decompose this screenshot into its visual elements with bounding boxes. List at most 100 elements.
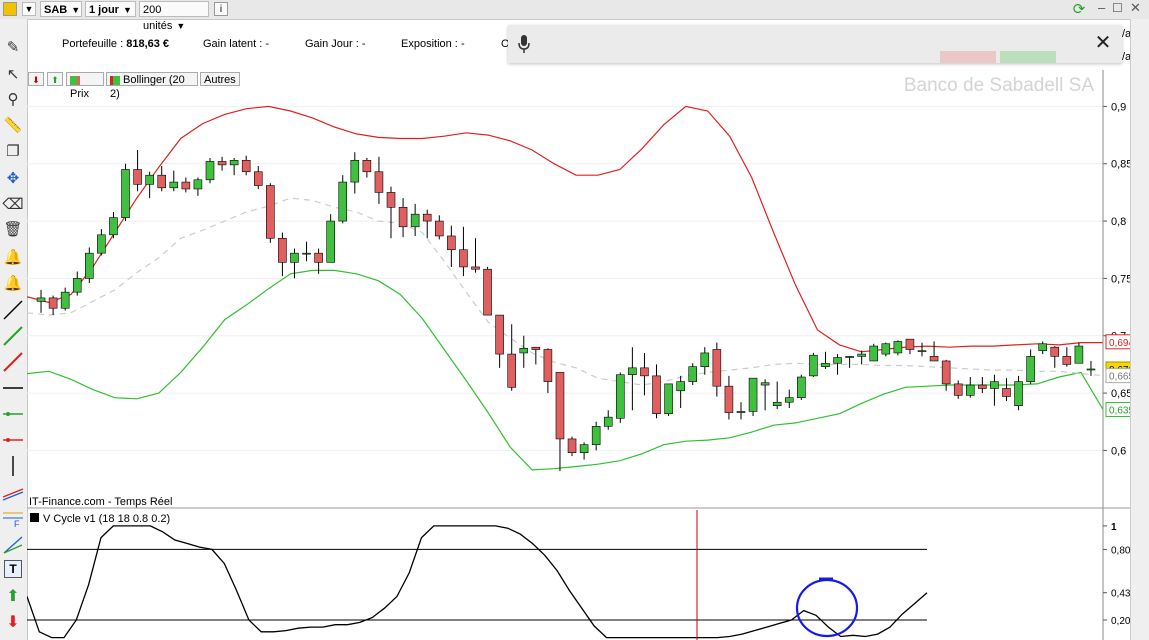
arrow-down-icon[interactable]: ⬇	[4, 612, 22, 631]
period-label: 1 jour	[89, 4, 119, 16]
indicator-tick-label: 0,4321	[1111, 589, 1130, 600]
candle-up	[603, 416, 613, 427]
indicator-axis: 1 0,8000 0,4321 0,2000	[1103, 522, 1130, 627]
drawing-toolbar: ✎ ↖ ⚲ 📏 ❐ ✥ ⌫ 🗑 🔔 🔔 F T ⬆ ⬇	[0, 19, 28, 640]
v-cycle-indicator	[27, 525, 928, 639]
candle-up	[121, 169, 130, 218]
candle-up	[760, 382, 770, 386]
candle-up	[36, 297, 46, 302]
cursor-icon[interactable]: ↖	[2, 64, 24, 86]
svg-text:F: F	[14, 519, 20, 529]
candle-down	[905, 338, 915, 350]
period-selector[interactable]: 1 jour ▼	[85, 1, 136, 17]
chevron-down-icon[interactable]: ▼	[22, 2, 36, 16]
candle-up	[821, 362, 830, 367]
channel-tool-icon[interactable]	[2, 481, 24, 503]
indicator-tick-label: 1	[1111, 522, 1117, 533]
exposition-value: -	[460, 38, 465, 50]
close-window-icon[interactable]: ✕	[1130, 0, 1144, 16]
candle-up	[338, 181, 348, 222]
candle-down	[314, 252, 323, 263]
close-icon[interactable]: ✕	[1092, 32, 1114, 54]
candle-down	[398, 207, 408, 228]
candle-up	[410, 213, 420, 228]
candle-up	[676, 381, 685, 392]
ruler-icon[interactable]: 📏	[2, 115, 24, 137]
candle-up	[1074, 345, 1084, 364]
zoom-icon[interactable]: ⚲	[2, 89, 24, 111]
candle-up	[857, 353, 866, 357]
candle-down	[555, 372, 565, 440]
chevron-down-icon: ▼	[71, 5, 81, 15]
alert-bell-icon[interactable]: 🔔	[2, 247, 24, 269]
hline-tool-green[interactable]	[2, 403, 24, 425]
move-icon[interactable]: ✥	[2, 168, 24, 190]
line-tool-black[interactable]	[2, 299, 24, 321]
price-tag-label: 0,6947	[1109, 338, 1130, 349]
gain-latent: Gain latent : -	[203, 38, 269, 50]
candle-up	[917, 350, 927, 352]
app-icon[interactable]	[3, 2, 17, 16]
info-icon[interactable]: i	[214, 2, 228, 16]
symbol-watermark: Banco de Sabadell SA	[904, 75, 1094, 96]
candle-up	[1086, 368, 1096, 371]
alert-bell-add-icon[interactable]: 🔔	[2, 273, 24, 295]
candle-up	[809, 354, 818, 377]
candle-up	[893, 341, 903, 354]
candle-down	[978, 384, 987, 389]
gain-latent-value: -	[265, 38, 270, 50]
candle-up	[205, 161, 215, 181]
fan-tool-icon[interactable]	[2, 533, 24, 555]
candle-down	[447, 235, 456, 251]
candle-down	[217, 161, 227, 166]
candle-up	[784, 397, 794, 403]
units-selector[interactable]: 200 unités ▼	[139, 1, 209, 32]
hline-tool-red[interactable]	[2, 429, 24, 451]
minimize-icon[interactable]: –	[1098, 0, 1110, 16]
price-chart[interactable]: Banco de Sabadell SA 0,90,850,80,750,70,…	[27, 70, 1130, 640]
candle-up	[97, 234, 106, 254]
candle-up	[772, 401, 782, 406]
maximize-icon[interactable]: ☐	[1112, 1, 1124, 17]
candle-up	[85, 252, 94, 279]
hline-tool-black[interactable]	[2, 377, 24, 399]
symbol-selector[interactable]: SAB ▼	[40, 1, 82, 17]
chevron-down-icon: ▼	[122, 5, 132, 15]
candle-up	[290, 252, 299, 263]
candle-down	[495, 314, 504, 355]
candle-down	[181, 181, 191, 190]
candle-down	[712, 349, 722, 387]
candle-down	[941, 360, 951, 385]
refresh-icon[interactable]: ⟳	[1070, 1, 1088, 19]
portefeuille-label: Portefeuille :	[62, 38, 124, 50]
candle-up	[990, 381, 999, 389]
candle-down	[48, 297, 58, 309]
candle-up	[628, 367, 637, 376]
candle-up	[748, 377, 758, 412]
candle-up	[60, 291, 70, 309]
candle-down	[435, 220, 444, 237]
trash-icon[interactable]: 🗑	[2, 219, 24, 241]
data-source-label: IT-Finance.com - Temps Réel	[29, 496, 172, 508]
vline-tool[interactable]	[2, 455, 24, 477]
line-tool-green[interactable]	[2, 325, 24, 347]
copy-icon[interactable]: ❐	[2, 141, 24, 163]
candle-down	[133, 169, 142, 185]
candle-down	[386, 192, 396, 208]
fibonacci-icon[interactable]: F	[2, 507, 24, 529]
eraser-icon[interactable]: ⌫	[2, 194, 24, 216]
candle-down	[1062, 356, 1072, 365]
candlesticks	[36, 149, 1096, 472]
price-tick-label: 0,9	[1111, 101, 1126, 113]
line-tool-red[interactable]	[2, 351, 24, 373]
candle-down	[374, 171, 384, 193]
voice-search-bar[interactable]: ✕	[508, 25, 1122, 63]
buy-button-hint	[1000, 51, 1056, 63]
arrow-up-icon[interactable]: ⬆	[4, 586, 22, 605]
pencil-icon[interactable]: ✎	[2, 37, 24, 59]
price-tick-label: 0,75	[1111, 273, 1130, 285]
microphone-icon[interactable]	[518, 34, 530, 54]
text-tool-icon[interactable]: T	[4, 560, 22, 578]
candle-up	[881, 343, 891, 355]
indicator-tick-label: 0,8000	[1111, 545, 1130, 556]
